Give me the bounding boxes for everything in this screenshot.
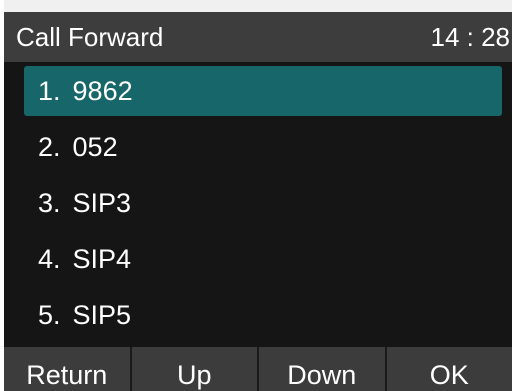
- list-item-label: 052: [72, 132, 118, 162]
- up-button[interactable]: Up: [132, 347, 259, 391]
- list-item-label: 9862: [72, 76, 133, 106]
- list-item-number: 4.: [38, 244, 61, 274]
- clock: 14 : 28: [430, 22, 510, 52]
- softkey-bar: Return Up Down OK: [4, 347, 512, 391]
- list-item-label: SIP3: [72, 188, 132, 218]
- list-item-number: 5.: [38, 300, 61, 330]
- page-title: Call Forward: [16, 22, 164, 52]
- list-item-3[interactable]: 3. SIP3: [24, 178, 502, 228]
- return-button[interactable]: Return: [4, 347, 132, 391]
- list-item-number: 3.: [38, 188, 61, 218]
- down-button[interactable]: Down: [259, 347, 387, 391]
- list-item-5[interactable]: 5. SIP5: [24, 290, 502, 340]
- list-item-label: SIP4: [72, 244, 132, 274]
- top-bezel: [4, 0, 512, 12]
- ok-button[interactable]: OK: [387, 347, 512, 391]
- list-item-2[interactable]: 2. 052: [24, 122, 502, 172]
- list-item-label: SIP5: [72, 300, 132, 330]
- list-item-4[interactable]: 4. SIP4: [24, 234, 502, 284]
- list-item-number: 2.: [38, 132, 61, 162]
- phone-screen: Call Forward 14 : 28 1. 9862 2. 052 3. SIP3…: [4, 0, 512, 391]
- list-item-1[interactable]: 1. 9862: [24, 66, 502, 116]
- title-bar: Call Forward 14 : 28: [4, 12, 512, 62]
- list-item-number: 1.: [38, 76, 61, 106]
- account-list: 1. 9862 2. 052 3. SIP3 4. SIP4 5. SIP5: [4, 62, 512, 347]
